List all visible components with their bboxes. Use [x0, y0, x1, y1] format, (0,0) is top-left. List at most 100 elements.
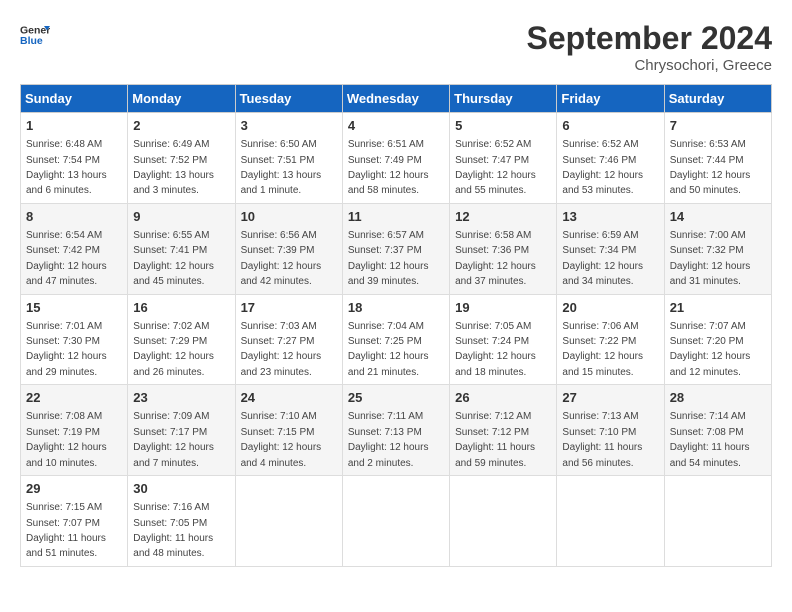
daylight-text: Daylight: 11 hours and 51 minutes.	[26, 533, 106, 559]
table-row: 10Sunrise: 6:56 AMSunset: 7:39 PMDayligh…	[235, 203, 342, 294]
day-number: 4	[348, 117, 444, 135]
day-number: 27	[562, 389, 658, 407]
sunset-text: Sunset: 7:20 PM	[670, 336, 744, 347]
header-row: Sunday Monday Tuesday Wednesday Thursday…	[21, 85, 772, 113]
sunset-text: Sunset: 7:54 PM	[26, 155, 100, 166]
sunrise-text: Sunrise: 6:54 AM	[26, 230, 102, 241]
daylight-text: Daylight: 12 hours and 12 minutes.	[670, 351, 751, 377]
day-number: 14	[670, 208, 766, 226]
daylight-text: Daylight: 12 hours and 58 minutes.	[348, 170, 429, 196]
sunrise-text: Sunrise: 6:59 AM	[562, 230, 638, 241]
table-row: 14Sunrise: 7:00 AMSunset: 7:32 PMDayligh…	[664, 203, 771, 294]
sunrise-text: Sunrise: 7:04 AM	[348, 321, 424, 332]
table-row: 7Sunrise: 6:53 AMSunset: 7:44 PMDaylight…	[664, 113, 771, 204]
daylight-text: Daylight: 13 hours and 1 minute.	[241, 170, 322, 196]
sunrise-text: Sunrise: 7:13 AM	[562, 411, 638, 422]
daylight-text: Daylight: 12 hours and 39 minutes.	[348, 261, 429, 287]
calendar-row: 29Sunrise: 7:15 AMSunset: 7:07 PMDayligh…	[21, 476, 772, 567]
daylight-text: Daylight: 12 hours and 29 minutes.	[26, 351, 107, 377]
sunset-text: Sunset: 7:32 PM	[670, 245, 744, 256]
table-row	[450, 476, 557, 567]
location: Chrysochori, Greece	[527, 57, 772, 74]
daylight-text: Daylight: 12 hours and 23 minutes.	[241, 351, 322, 377]
day-number: 6	[562, 117, 658, 135]
sunset-text: Sunset: 7:30 PM	[26, 336, 100, 347]
table-row	[664, 476, 771, 567]
sunset-text: Sunset: 7:34 PM	[562, 245, 636, 256]
logo-icon: General Blue	[20, 20, 50, 50]
day-number: 12	[455, 208, 551, 226]
day-number: 29	[26, 480, 122, 498]
sunrise-text: Sunrise: 6:52 AM	[455, 139, 531, 150]
col-thursday: Thursday	[450, 85, 557, 113]
sunset-text: Sunset: 7:12 PM	[455, 427, 529, 438]
svg-text:Blue: Blue	[20, 35, 43, 47]
table-row	[557, 476, 664, 567]
sunset-text: Sunset: 7:37 PM	[348, 245, 422, 256]
table-row: 9Sunrise: 6:55 AMSunset: 7:41 PMDaylight…	[128, 203, 235, 294]
sunset-text: Sunset: 7:47 PM	[455, 155, 529, 166]
col-saturday: Saturday	[664, 85, 771, 113]
table-row: 5Sunrise: 6:52 AMSunset: 7:47 PMDaylight…	[450, 113, 557, 204]
table-row: 22Sunrise: 7:08 AMSunset: 7:19 PMDayligh…	[21, 385, 128, 476]
daylight-text: Daylight: 12 hours and 37 minutes.	[455, 261, 536, 287]
sunset-text: Sunset: 7:39 PM	[241, 245, 315, 256]
month-title: September 2024	[527, 20, 772, 57]
sunset-text: Sunset: 7:44 PM	[670, 155, 744, 166]
sunset-text: Sunset: 7:46 PM	[562, 155, 636, 166]
day-number: 21	[670, 299, 766, 317]
daylight-text: Daylight: 12 hours and 55 minutes.	[455, 170, 536, 196]
table-row: 2Sunrise: 6:49 AMSunset: 7:52 PMDaylight…	[128, 113, 235, 204]
daylight-text: Daylight: 12 hours and 42 minutes.	[241, 261, 322, 287]
table-row: 3Sunrise: 6:50 AMSunset: 7:51 PMDaylight…	[235, 113, 342, 204]
daylight-text: Daylight: 13 hours and 6 minutes.	[26, 170, 107, 196]
daylight-text: Daylight: 11 hours and 59 minutes.	[455, 442, 535, 468]
day-number: 20	[562, 299, 658, 317]
daylight-text: Daylight: 12 hours and 15 minutes.	[562, 351, 643, 377]
sunrise-text: Sunrise: 6:57 AM	[348, 230, 424, 241]
table-row: 8Sunrise: 6:54 AMSunset: 7:42 PMDaylight…	[21, 203, 128, 294]
daylight-text: Daylight: 11 hours and 54 minutes.	[670, 442, 750, 468]
sunrise-text: Sunrise: 7:01 AM	[26, 321, 102, 332]
logo: General Blue	[20, 20, 50, 50]
sunrise-text: Sunrise: 7:06 AM	[562, 321, 638, 332]
sunset-text: Sunset: 7:25 PM	[348, 336, 422, 347]
day-number: 1	[26, 117, 122, 135]
day-number: 25	[348, 389, 444, 407]
sunrise-text: Sunrise: 7:11 AM	[348, 411, 423, 422]
daylight-text: Daylight: 12 hours and 34 minutes.	[562, 261, 643, 287]
sunset-text: Sunset: 7:52 PM	[133, 155, 207, 166]
sunrise-text: Sunrise: 6:51 AM	[348, 139, 424, 150]
table-row: 27Sunrise: 7:13 AMSunset: 7:10 PMDayligh…	[557, 385, 664, 476]
day-number: 18	[348, 299, 444, 317]
sunrise-text: Sunrise: 7:02 AM	[133, 321, 209, 332]
daylight-text: Daylight: 12 hours and 26 minutes.	[133, 351, 214, 377]
table-row: 13Sunrise: 6:59 AMSunset: 7:34 PMDayligh…	[557, 203, 664, 294]
sunset-text: Sunset: 7:05 PM	[133, 518, 207, 529]
daylight-text: Daylight: 12 hours and 21 minutes.	[348, 351, 429, 377]
calendar-row: 22Sunrise: 7:08 AMSunset: 7:19 PMDayligh…	[21, 385, 772, 476]
sunset-text: Sunset: 7:24 PM	[455, 336, 529, 347]
sunset-text: Sunset: 7:17 PM	[133, 427, 207, 438]
table-row: 6Sunrise: 6:52 AMSunset: 7:46 PMDaylight…	[557, 113, 664, 204]
day-number: 23	[133, 389, 229, 407]
sunrise-text: Sunrise: 7:05 AM	[455, 321, 531, 332]
table-row: 28Sunrise: 7:14 AMSunset: 7:08 PMDayligh…	[664, 385, 771, 476]
sunrise-text: Sunrise: 6:49 AM	[133, 139, 209, 150]
sunset-text: Sunset: 7:13 PM	[348, 427, 422, 438]
day-number: 28	[670, 389, 766, 407]
sunset-text: Sunset: 7:29 PM	[133, 336, 207, 347]
table-row: 23Sunrise: 7:09 AMSunset: 7:17 PMDayligh…	[128, 385, 235, 476]
day-number: 15	[26, 299, 122, 317]
sunrise-text: Sunrise: 7:14 AM	[670, 411, 746, 422]
table-row: 24Sunrise: 7:10 AMSunset: 7:15 PMDayligh…	[235, 385, 342, 476]
col-friday: Friday	[557, 85, 664, 113]
table-row	[235, 476, 342, 567]
sunrise-text: Sunrise: 7:09 AM	[133, 411, 209, 422]
table-row: 4Sunrise: 6:51 AMSunset: 7:49 PMDaylight…	[342, 113, 449, 204]
sunrise-text: Sunrise: 7:00 AM	[670, 230, 746, 241]
table-row: 25Sunrise: 7:11 AMSunset: 7:13 PMDayligh…	[342, 385, 449, 476]
col-monday: Monday	[128, 85, 235, 113]
sunrise-text: Sunrise: 6:53 AM	[670, 139, 746, 150]
sunrise-text: Sunrise: 7:15 AM	[26, 502, 102, 513]
